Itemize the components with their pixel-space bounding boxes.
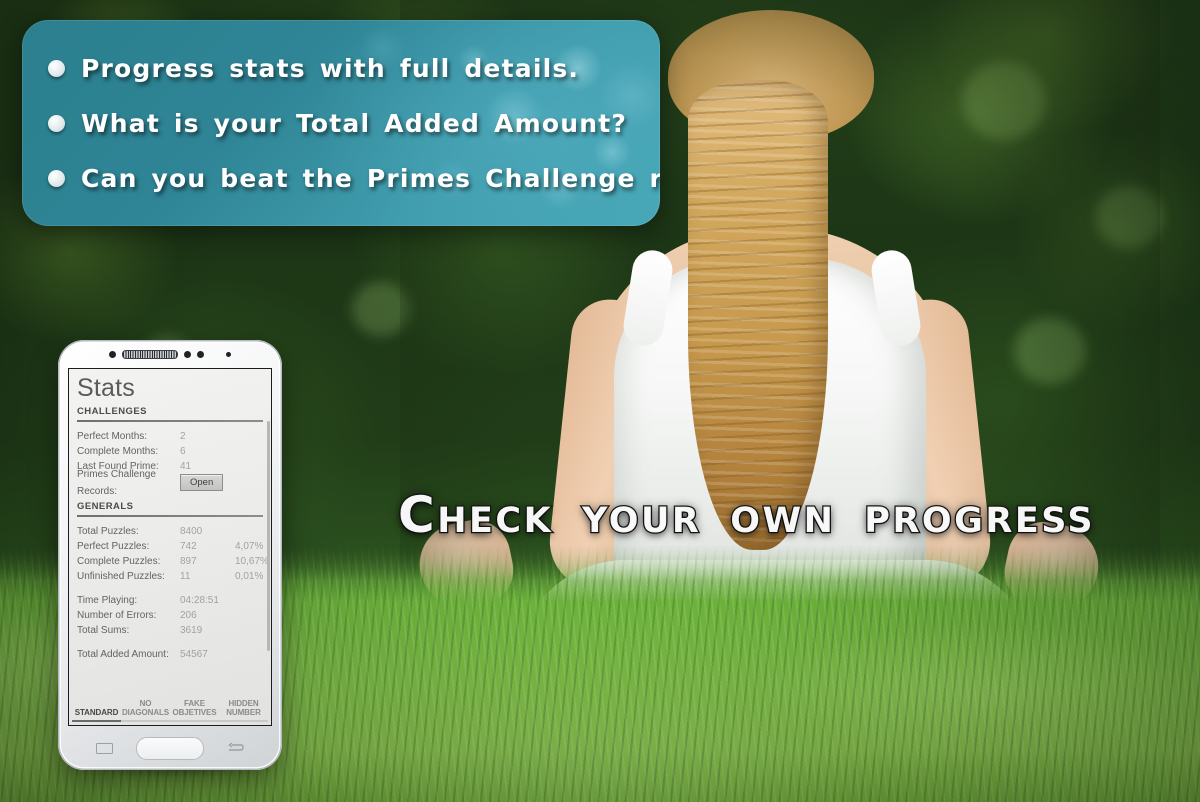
table-row: Unfinished Puzzles: 11 0,01% bbox=[77, 569, 263, 584]
table-row: Total Added Amount: 54567 bbox=[77, 647, 263, 662]
stat-percent: 4,07% bbox=[235, 541, 264, 553]
stat-value: 04:28:51 bbox=[180, 595, 219, 607]
table-row: Total Puzzles: 8400 bbox=[77, 524, 263, 539]
feature-bullet-item: What is your Total Added Amount? bbox=[48, 109, 660, 138]
feature-bullet-text: What is your Total Added Amount? bbox=[81, 108, 628, 138]
stat-value: 54567 bbox=[180, 649, 208, 661]
stat-value: 206 bbox=[180, 610, 197, 622]
tab-underline-segment bbox=[170, 720, 219, 723]
stat-label: Complete Puzzles: bbox=[77, 556, 161, 568]
sensor-dot-icon bbox=[184, 350, 191, 358]
tab-line1: HIDDEN bbox=[228, 698, 259, 708]
tab-fake-objetives[interactable]: FAKE OBJETIVES bbox=[170, 699, 219, 720]
stat-value: 3619 bbox=[180, 625, 203, 637]
stat-value: 11 bbox=[180, 571, 191, 583]
phone-mockup: Stats CHALLENGES Perfect Months: 2 Compl… bbox=[58, 340, 282, 770]
tab-underline bbox=[72, 719, 268, 723]
table-row: Total Sums: 3619 bbox=[77, 623, 263, 638]
promo-screenshot: Progress stats with full details. What i… bbox=[0, 0, 1200, 802]
stats-app: Stats CHALLENGES Perfect Months: 2 Compl… bbox=[69, 369, 271, 725]
stat-percent: 10,67% bbox=[235, 556, 269, 568]
table-row: Number of Errors: 206 bbox=[77, 608, 263, 623]
screen-scrollbar[interactable] bbox=[267, 421, 270, 651]
stat-value: 742 bbox=[180, 541, 197, 553]
feature-bullet-text: Can you beat the Primes Challenge record… bbox=[81, 163, 660, 193]
feature-callout-box: Progress stats with full details. What i… bbox=[22, 20, 660, 226]
section-divider bbox=[77, 515, 263, 518]
table-row-records: Primes Challenge Records: Open bbox=[77, 469, 263, 497]
tab-standard[interactable]: STANDARD bbox=[72, 708, 121, 720]
stat-label: Unfinished Puzzles: bbox=[77, 571, 165, 583]
stat-label: Primes Challenge Records: bbox=[77, 468, 156, 497]
page-title: Stats bbox=[77, 374, 135, 402]
feature-bullet-item: Can you beat the Primes Challenge record… bbox=[48, 164, 660, 193]
phone-top-bezel bbox=[58, 340, 282, 368]
tab-line2: STANDARD bbox=[74, 708, 119, 717]
tab-line1: NO bbox=[139, 698, 152, 708]
table-row: Complete Puzzles: 897 10,67% bbox=[77, 554, 269, 569]
row-spacer bbox=[77, 584, 263, 593]
open-records-button[interactable]: Open bbox=[180, 474, 224, 492]
bottom-tab-bar: STANDARD NO DIAGONALS FAKE OBJETIVES HID… bbox=[69, 699, 271, 726]
tab-list: STANDARD NO DIAGONALS FAKE OBJETIVES HID… bbox=[72, 699, 268, 720]
tab-no-diagonals[interactable]: NO DIAGONALS bbox=[121, 699, 170, 720]
table-row: Time Playing: 04:28:51 bbox=[77, 593, 263, 608]
stat-label: Total Added Amount: bbox=[77, 649, 169, 661]
stat-label: Total Puzzles: bbox=[77, 526, 139, 538]
stat-label: Total Sums: bbox=[77, 625, 130, 637]
feature-bullet-item: Progress stats with full details. bbox=[48, 54, 660, 83]
tab-hidden-number[interactable]: HIDDEN NUMBER bbox=[219, 699, 268, 720]
bullet-dot-icon bbox=[48, 169, 65, 187]
stat-label: Perfect Months: bbox=[77, 431, 148, 443]
stat-label: Number of Errors: bbox=[77, 610, 157, 622]
promo-headline: Check your own progress bbox=[397, 485, 1096, 546]
stat-value: 6 bbox=[180, 446, 186, 458]
phone-nav-bar bbox=[58, 726, 282, 770]
section-heading-generals: GENERALS bbox=[77, 501, 134, 513]
row-spacer bbox=[77, 638, 263, 647]
stat-label: Time Playing: bbox=[77, 595, 138, 607]
feature-bullet-list: Progress stats with full details. What i… bbox=[22, 20, 660, 226]
stat-value: 897 bbox=[180, 556, 197, 568]
proximity-sensor-icon bbox=[109, 350, 116, 358]
tab-line2: OBJETIVES bbox=[172, 708, 217, 717]
phone-screen: Stats CHALLENGES Perfect Months: 2 Compl… bbox=[68, 368, 272, 726]
stat-value: 2 bbox=[180, 431, 186, 443]
sensor-dot-icon bbox=[197, 350, 204, 358]
table-row: Perfect Puzzles: 742 4,07% bbox=[77, 539, 263, 554]
section-divider bbox=[77, 420, 263, 423]
front-camera-icon bbox=[226, 351, 231, 357]
home-button[interactable] bbox=[136, 736, 205, 760]
stat-label: Complete Months: bbox=[77, 446, 159, 458]
back-icon[interactable] bbox=[228, 742, 244, 754]
feature-bullet-text: Progress stats with full details. bbox=[81, 53, 580, 83]
stat-value: 8400 bbox=[180, 526, 203, 538]
tab-underline-segment bbox=[121, 720, 170, 723]
earpiece-speaker-icon bbox=[122, 349, 178, 359]
bullet-dot-icon bbox=[48, 59, 65, 77]
table-row: Perfect Months: 2 bbox=[77, 429, 263, 444]
tab-line2: NUMBER bbox=[226, 708, 261, 717]
tab-underline-segment bbox=[219, 720, 268, 723]
stat-percent: 0,01% bbox=[235, 571, 264, 583]
table-row: Complete Months: 6 bbox=[77, 444, 263, 459]
stat-value: 41 bbox=[180, 461, 192, 473]
stat-label: Perfect Puzzles: bbox=[77, 541, 150, 553]
tab-line1: FAKE bbox=[184, 698, 205, 708]
bullet-dot-icon bbox=[48, 114, 65, 132]
section-heading-challenges: CHALLENGES bbox=[77, 406, 147, 418]
tab-line2: DIAGONALS bbox=[121, 708, 170, 717]
tab-underline-active bbox=[72, 719, 121, 722]
recents-icon[interactable] bbox=[95, 742, 113, 754]
